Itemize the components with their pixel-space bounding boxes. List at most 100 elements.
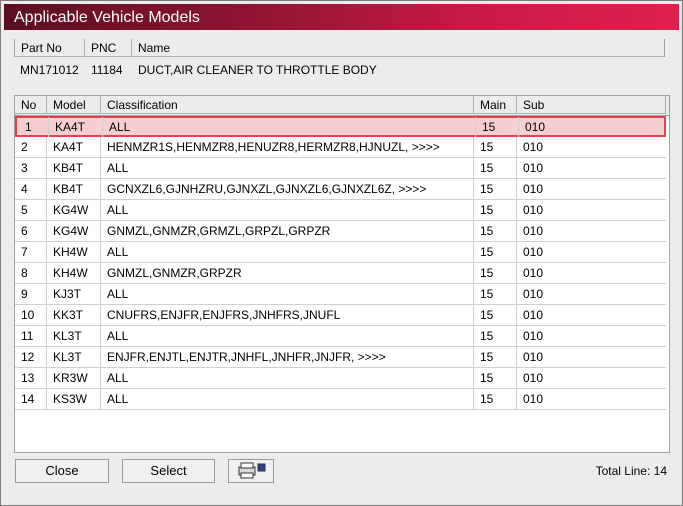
cell-sub: 010 xyxy=(523,287,544,301)
cell-no: 10 xyxy=(15,305,47,325)
table-row[interactable]: 3 KB4T ALL 15 010 xyxy=(15,158,666,179)
cell-no: 3 xyxy=(15,158,47,178)
header-part-no[interactable]: Part No xyxy=(15,39,85,57)
cell-main: 15 xyxy=(474,137,517,157)
cell-main: 15 xyxy=(474,368,517,388)
cell-model: KK3T xyxy=(47,305,101,325)
table-row[interactable]: 7 KH4W ALL 15 010 xyxy=(15,242,666,263)
cell-classification: ALL xyxy=(101,326,474,346)
part-no-value: MN171012 xyxy=(20,63,79,77)
total-line-label: Total Line: 14 xyxy=(595,464,667,478)
cell-model: KL3T xyxy=(47,347,101,367)
cell-model: KG4W xyxy=(47,221,101,241)
cell-main: 15 xyxy=(474,179,517,199)
print-button[interactable] xyxy=(228,459,274,483)
cell-sub: 010 xyxy=(523,392,544,406)
cell-sub: 010 xyxy=(523,308,544,322)
table-row[interactable]: 10 KK3T CNUFRS,ENJFR,ENJFRS,JNHFRS,JNUFL… xyxy=(15,305,666,326)
cell-classification: ALL xyxy=(103,117,476,137)
cell-sub: 010 xyxy=(523,329,544,343)
cell-model: KR3W xyxy=(47,368,101,388)
cell-model: KB4T xyxy=(47,179,101,199)
cell-sub: 010 xyxy=(523,266,544,280)
cell-sub: 010 xyxy=(523,245,544,259)
cell-classification: ENJFR,ENJTL,ENJTR,JNHFL,JNHFR,JNJFR, >>>… xyxy=(101,347,474,367)
cell-classification: ALL xyxy=(101,242,474,262)
cell-sub: 010 xyxy=(525,120,546,134)
header-no[interactable]: No xyxy=(15,96,47,114)
cell-main: 15 xyxy=(474,305,517,325)
cell-no: 2 xyxy=(15,137,47,157)
cell-no: 1 xyxy=(19,117,49,137)
header-pnc[interactable]: PNC xyxy=(85,39,132,57)
cell-main: 15 xyxy=(474,389,517,409)
cell-model: KJ3T xyxy=(47,284,101,304)
cell-main: 15 xyxy=(474,263,517,283)
cell-main: 15 xyxy=(476,117,519,137)
table-row[interactable]: 11 KL3T ALL 15 010 xyxy=(15,326,666,347)
cell-no: 11 xyxy=(15,326,47,346)
table-row[interactable]: 8 KH4W GNMZL,GNMZR,GRPZR 15 010 xyxy=(15,263,666,284)
cell-classification: ALL xyxy=(101,158,474,178)
header-model[interactable]: Model xyxy=(47,96,101,114)
cell-model: KB4T xyxy=(47,158,101,178)
cell-main: 15 xyxy=(474,200,517,220)
table-row[interactable]: 4 KB4T GCNXZL6,GJNHZRU,GJNXZL,GJNXZL6,GJ… xyxy=(15,179,666,200)
cell-sub: 010 xyxy=(523,371,544,385)
printer-icon xyxy=(238,462,266,479)
table-row[interactable]: 1 KA4T ALL 15 010 xyxy=(15,116,666,137)
cell-sub: 010 xyxy=(523,161,544,175)
cell-model: KA4T xyxy=(49,117,103,137)
cell-no: 7 xyxy=(15,242,47,262)
models-table: No Model Classification Main Sub 1 KA4T … xyxy=(14,95,670,453)
header-classification[interactable]: Classification xyxy=(101,96,474,114)
table-row[interactable]: 6 KG4W GNMZL,GNMZR,GRMZL,GRPZL,GRPZR 15 … xyxy=(15,221,666,242)
cell-no: 8 xyxy=(15,263,47,283)
table-row[interactable]: 14 KS3W ALL 15 010 xyxy=(15,389,666,410)
pnc-value: 11184 xyxy=(91,63,123,77)
window-title: Applicable Vehicle Models xyxy=(14,9,200,26)
cell-sub: 010 xyxy=(523,140,544,154)
part-info-panel: Part No PNC Name MN171012 11184 DUCT,AIR… xyxy=(14,39,665,83)
cell-model: KS3W xyxy=(47,389,101,409)
select-button[interactable]: Select xyxy=(122,459,215,483)
cell-sub: 010 xyxy=(523,350,544,364)
cell-no: 12 xyxy=(15,347,47,367)
cell-no: 5 xyxy=(15,200,47,220)
header-name[interactable]: Name xyxy=(132,39,664,57)
cell-no: 14 xyxy=(15,389,47,409)
cell-no: 9 xyxy=(15,284,47,304)
close-button[interactable]: Close xyxy=(15,459,109,483)
table-row[interactable]: 13 KR3W ALL 15 010 xyxy=(15,368,666,389)
name-value: DUCT,AIR CLEANER TO THROTTLE BODY xyxy=(138,63,377,77)
cell-no: 4 xyxy=(15,179,47,199)
cell-no: 6 xyxy=(15,221,47,241)
cell-main: 15 xyxy=(474,221,517,241)
cell-classification: ALL xyxy=(101,389,474,409)
cell-model: KH4W xyxy=(47,242,101,262)
cell-main: 15 xyxy=(474,158,517,178)
cell-classification: ALL xyxy=(101,368,474,388)
table-row[interactable]: 12 KL3T ENJFR,ENJTL,ENJTR,JNHFL,JNHFR,JN… xyxy=(15,347,666,368)
table-row[interactable]: 2 KA4T HENMZR1S,HENMZR8,HENUZR8,HERMZR8,… xyxy=(15,137,666,158)
header-sub[interactable]: Sub xyxy=(517,96,666,114)
header-main[interactable]: Main xyxy=(474,96,517,114)
cell-classification: GNMZL,GNMZR,GRPZR xyxy=(101,263,474,283)
cell-sub: 010 xyxy=(523,203,544,217)
cell-classification: ALL xyxy=(101,200,474,220)
title-bar[interactable]: Applicable Vehicle Models xyxy=(4,4,679,30)
cell-main: 15 xyxy=(474,347,517,367)
table-row[interactable]: 5 KG4W ALL 15 010 xyxy=(15,200,666,221)
cell-sub: 010 xyxy=(523,182,544,196)
table-row[interactable]: 9 KJ3T ALL 15 010 xyxy=(15,284,666,305)
cell-sub: 010 xyxy=(523,224,544,238)
cell-model: KA4T xyxy=(47,137,101,157)
cell-classification: ALL xyxy=(101,284,474,304)
cell-model: KH4W xyxy=(47,263,101,283)
cell-main: 15 xyxy=(474,326,517,346)
cell-classification: GNMZL,GNMZR,GRMZL,GRPZL,GRPZR xyxy=(101,221,474,241)
cell-classification: GCNXZL6,GJNHZRU,GJNXZL,GJNXZL6,GJNXZL6Z,… xyxy=(101,179,474,199)
cell-classification: HENMZR1S,HENMZR8,HENUZR8,HERMZR8,HJNUZL,… xyxy=(101,137,474,157)
table-body: 1 KA4T ALL 15 010 2 KA4T HENMZR1S,HENMZR… xyxy=(15,116,666,412)
applicable-vehicle-models-window: Applicable Vehicle Models Part No PNC Na… xyxy=(0,0,683,506)
